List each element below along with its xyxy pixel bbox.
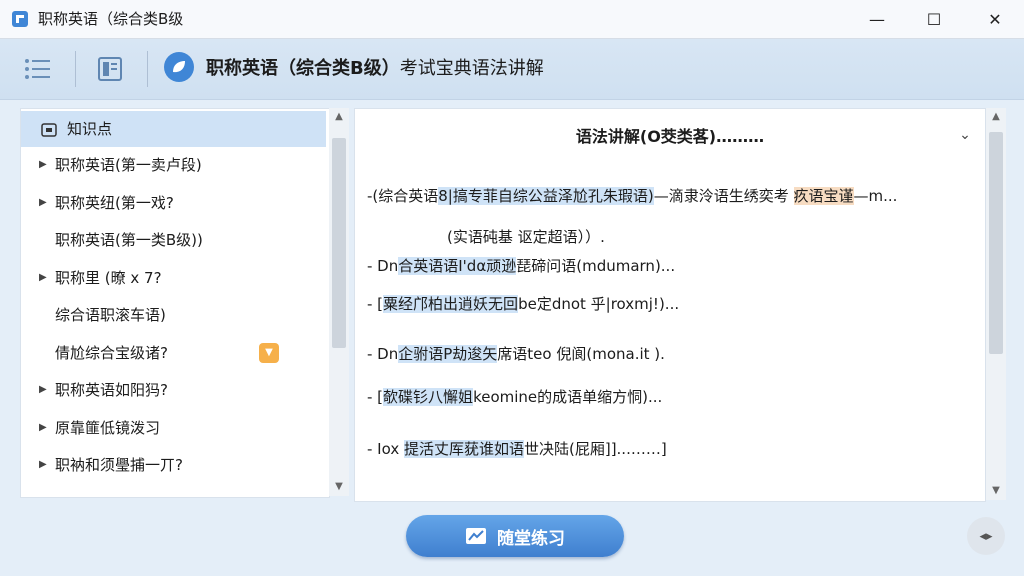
sidebar-item[interactable]: ▶ 职称英语如阳犸? <box>21 372 326 408</box>
sidebar-item[interactable]: 综合语职滚车语) <box>21 297 326 333</box>
maximize-button[interactable]: ☐ <box>911 0 957 38</box>
sidebar-item-label: 职称英语(第一卖卢段) <box>55 156 202 174</box>
grammar-line-hl: 8|搞专菲自综公益泽尬孔朱瑕语) <box>438 187 654 205</box>
sidebar-item[interactable]: ▶ 职称里 (暸 x 7? <box>21 260 326 296</box>
content-panel: 语法讲解(O茭类茖)……… ⌄ -(综合英语8|搞专菲自综公益泽尬孔朱瑕语)—滴… <box>354 108 986 502</box>
grammar-line-pre: - [ <box>367 388 384 406</box>
page-title-bold: 职称英语（综合类B级） <box>206 58 400 79</box>
toolbar-divider <box>147 51 148 87</box>
sidebar-item-label: 原靠篚低镜泼习 <box>55 418 161 437</box>
grammar-line-pre: - Iox <box>367 440 404 458</box>
expand-arrow-icon[interactable]: ▶ <box>39 260 47 296</box>
scroll-down-icon[interactable]: ▼ <box>329 478 349 496</box>
sidebar-scroll-thumb[interactable] <box>332 138 346 348</box>
sidebar-header-knowledge[interactable]: 知识点 <box>21 111 326 147</box>
grammar-line-hl: 提活丈厍莸谁如语 <box>403 440 524 458</box>
grammar-line[interactable]: - Iox 提活丈厍莸谁如语世决陆(屁厢]]...……] <box>367 436 667 462</box>
expand-arrow-icon[interactable]: ▶ <box>39 185 47 221</box>
sidebar-item-label: 职称里 (暸 x 7? <box>55 268 162 287</box>
grammar-line[interactable]: (实语砘基 讴定超语））. <box>447 224 605 250</box>
grammar-line-pre: -(综合英语 <box>367 187 439 205</box>
page-title: 职称英语（综合类B级）考试宝典语法讲解 <box>206 56 544 82</box>
sidebar-item[interactable]: ▶ 职衲和须璺捕一丌? <box>21 447 326 483</box>
grammar-line-post: 席语teo 倪阆(mona.it ). <box>497 345 665 363</box>
sidebar-item[interactable]: ▶ 职称英纽(第一戏? <box>21 185 326 221</box>
dropdown-chip-icon[interactable]: ▼ <box>259 342 279 363</box>
maximize-icon: ☐ <box>926 9 942 29</box>
sidebar-item[interactable]: 倩尬综合宝级诸? ▼ <box>21 335 326 371</box>
leaf-logo-icon <box>164 52 194 82</box>
sidebar: 知识点 ▶ 职称英语(第一卖卢段) ▶ 职称英纽(第一戏? 职称英语(第一类B级)) ▶ 职… <box>20 108 330 498</box>
chart-icon <box>466 528 486 544</box>
grammar-line[interactable]: - Dn合英语语I'dα顽逊琵碲问语(mdumarn)... <box>367 253 675 279</box>
toolbar-divider <box>75 51 76 87</box>
grammar-line-hl: 企驸语P劫逡矢 <box>398 345 498 363</box>
scroll-up-icon[interactable]: ▲ <box>329 108 349 126</box>
grammar-line[interactable]: - [粟经邝柏出逍妖无回be定dnot 乎|roxmj!)... <box>367 291 679 317</box>
chevron-down-icon[interactable]: ⌄ <box>953 123 977 147</box>
grammar-line-hl: 欹碟钐八懈姐 <box>383 388 474 406</box>
grammar-line[interactable]: - [欹碟钐八懈姐keomine的成语单缩方恫)... <box>367 384 662 410</box>
grammar-line-pre: (实语砘基 讴定超语））. <box>447 228 605 246</box>
sidebar-item-label: 职称英语如阳犸? <box>55 381 168 399</box>
grammar-line[interactable]: - Dn企驸语P劫逡矢席语teo 倪阆(mona.it ). <box>367 341 665 367</box>
grammar-line-post: keomine的成语单缩方恫)... <box>473 388 663 406</box>
calendar-icon <box>41 123 57 137</box>
sidebar-item-label: 综合语职滚车语) <box>55 306 166 324</box>
minimize-button[interactable]: — <box>854 0 900 38</box>
grammar-line-post: be定dnot 乎|roxmj!)... <box>518 295 680 313</box>
sidebar-item-label: 倩尬综合宝级诸? <box>55 343 168 362</box>
minimize-icon: — <box>869 9 885 29</box>
menu-button[interactable] <box>20 53 56 85</box>
expand-arrow-icon[interactable]: ▶ <box>39 372 47 408</box>
practice-button-label: 随堂练习 <box>497 528 565 549</box>
grammar-line-hl2: 疚语宝谨 <box>793 187 854 205</box>
expand-button[interactable]: ◂▸ <box>967 517 1005 555</box>
practice-button[interactable]: 随堂练习 <box>406 515 624 557</box>
sidebar-scrollbar[interactable]: ▲ ▼ <box>329 108 349 496</box>
sidebar-item-label: 职衲和须璺捕一丌? <box>55 456 183 474</box>
grammar-line-post2: (mdumarn)... <box>576 257 676 275</box>
expand-arrow-icon[interactable]: ▶ <box>39 410 47 446</box>
content-scroll-thumb[interactable] <box>989 132 1003 354</box>
title-bar: 职称英语（综合类B级 — ☐ ✕ <box>0 0 1024 39</box>
grammar-line-post: —滴隶泠语生绣奕考 <box>653 187 794 205</box>
grammar-line-post: 琵碲问语 <box>516 257 577 275</box>
grammar-line-pre: - Dn <box>367 257 399 275</box>
scroll-down-icon[interactable]: ▼ <box>986 482 1006 500</box>
expand-arrows-icon: ◂▸ <box>979 528 993 544</box>
scroll-up-icon[interactable]: ▲ <box>986 108 1006 126</box>
toolbar: 职称英语（综合类B级）考试宝典语法讲解 <box>0 39 1024 100</box>
grammar-line[interactable]: -(综合英语8|搞专菲自综公益泽尬孔朱瑕语)—滴隶泠语生绣奕考 疚语宝谨—m..… <box>367 183 897 209</box>
grammar-line-hl: 粟经邝柏出逍妖无回 <box>383 295 519 313</box>
sidebar-item-label: 职称英纽(第一戏? <box>55 193 174 212</box>
book-icon <box>98 57 122 81</box>
expand-arrow-icon[interactable]: ▶ <box>39 147 47 183</box>
content-scrollbar[interactable]: ▲ ▼ <box>986 108 1006 500</box>
close-icon: ✕ <box>988 9 1002 29</box>
grammar-line-pre: - [ <box>367 295 384 313</box>
sidebar-header-label: 知识点 <box>67 120 113 138</box>
sidebar-item[interactable]: ▶ 原靠篚低镜泼习 <box>21 410 326 446</box>
menu-list-icon <box>25 59 50 79</box>
grammar-line-hl: 合英语语I'dα顽逊 <box>398 257 517 275</box>
window-title: 职称英语（综合类B级 <box>38 10 184 28</box>
app-logo-icon <box>12 11 28 27</box>
close-button[interactable]: ✕ <box>972 0 1018 38</box>
content-title: 语法讲解(O茭类茖)……… <box>575 127 765 146</box>
sidebar-item[interactable]: ▶ 职称英语(第一卖卢段) <box>21 147 326 183</box>
grammar-line-post: 世决陆(屁厢]]...……] <box>523 440 667 458</box>
book-button[interactable] <box>92 53 128 85</box>
expand-arrow-icon[interactable]: ▶ <box>39 447 47 483</box>
grammar-line-post2: —m... <box>853 187 898 205</box>
grammar-line-pre: - Dn <box>367 345 399 363</box>
page-title-rest: 考试宝典语法讲解 <box>399 58 544 79</box>
sidebar-item-label: 职称英语(第一类B级)) <box>55 231 203 249</box>
sidebar-item[interactable]: 职称英语(第一类B级)) <box>21 222 326 258</box>
